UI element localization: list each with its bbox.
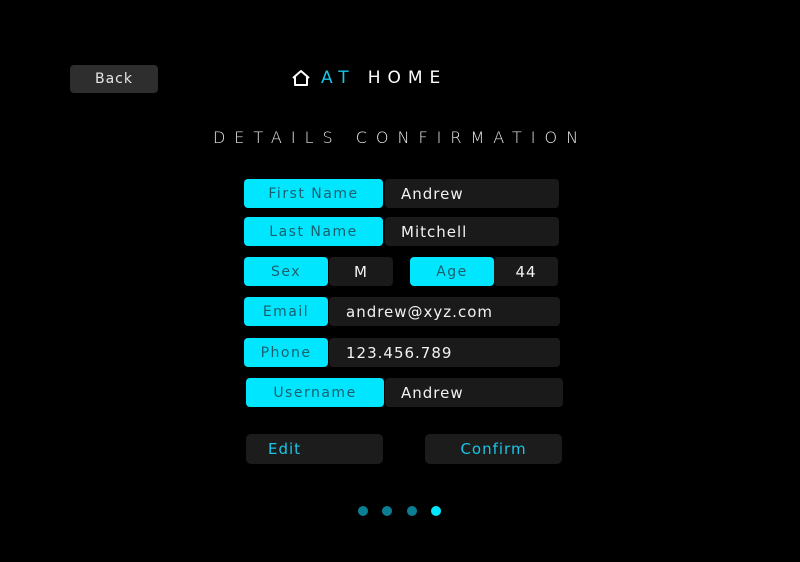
page-dot-3[interactable] — [407, 506, 417, 516]
sex-label: Sex — [244, 257, 328, 286]
last-name-value: Mitchell — [385, 217, 559, 246]
username-label: Username — [246, 378, 384, 407]
username-value: Andrew — [385, 378, 563, 407]
first-name-label: First Name — [244, 179, 383, 208]
email-value: andrew@xyz.com — [329, 297, 560, 326]
page-dot-2[interactable] — [382, 506, 392, 516]
phone-label: Phone — [244, 338, 328, 367]
brand-accent-text: AT — [321, 68, 356, 88]
page-dot-4-active[interactable] — [431, 506, 441, 516]
sex-value: M — [329, 257, 393, 286]
edit-button[interactable]: Edit — [246, 434, 383, 464]
brand-text: HOME — [367, 68, 448, 88]
page-title: DETAILS CONFIRMATION — [212, 128, 588, 147]
phone-value: 123.456.789 — [329, 338, 560, 367]
back-button[interactable]: Back — [70, 65, 158, 93]
first-name-value: Andrew — [385, 179, 559, 208]
page-dot-1[interactable] — [358, 506, 368, 516]
brand-logo: AT HOME — [291, 66, 447, 90]
confirm-button[interactable]: Confirm — [425, 434, 562, 464]
age-label: Age — [410, 257, 494, 286]
last-name-label: Last Name — [244, 217, 383, 246]
age-value: 44 — [494, 257, 558, 286]
email-label: Email — [244, 297, 328, 326]
house-icon — [292, 70, 310, 86]
